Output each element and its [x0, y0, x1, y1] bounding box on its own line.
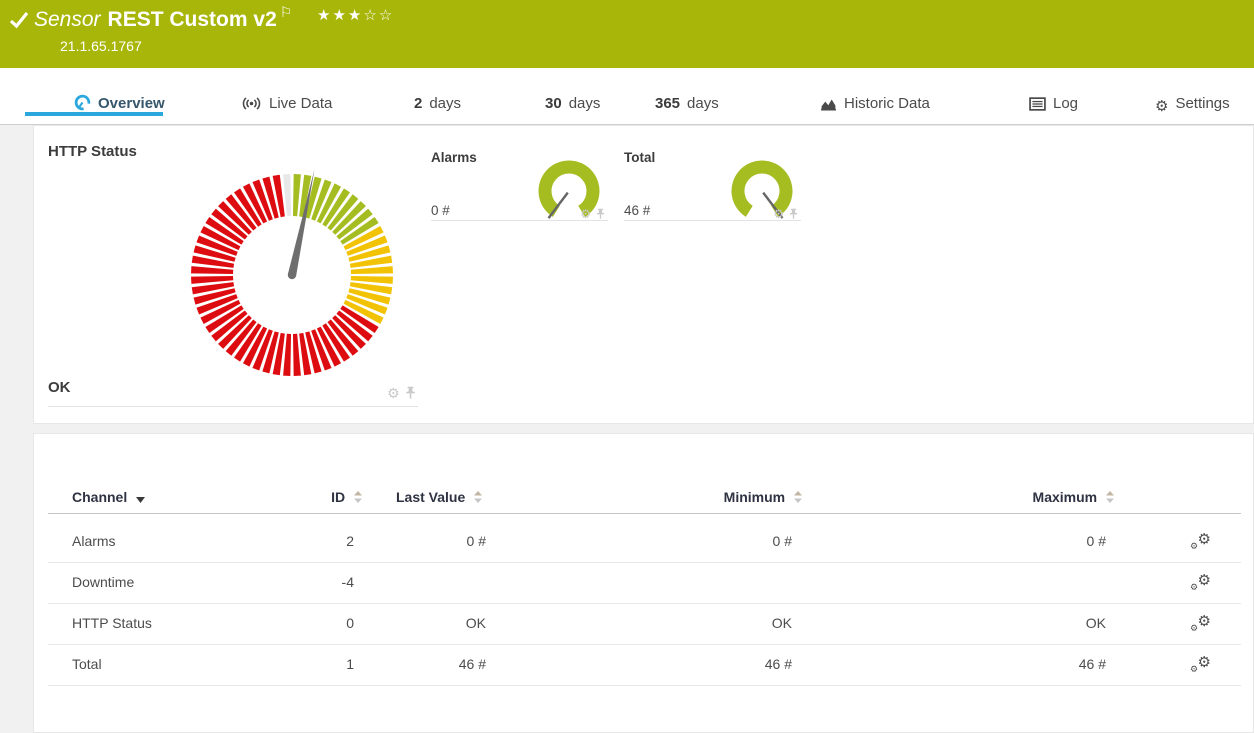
table-header-divider — [48, 513, 1241, 514]
historic-chart-icon — [820, 96, 837, 117]
cell-last-value: OK — [344, 603, 486, 644]
tab-live-data[interactable]: Live Data — [241, 94, 332, 116]
large-gear-icon: ⚙ — [1198, 612, 1211, 630]
column-label: Last Value — [396, 489, 465, 505]
status-check-icon — [8, 9, 30, 36]
cell-last-value: 46 # — [344, 644, 486, 685]
column-header-channel[interactable]: Channel — [72, 489, 145, 505]
cell-maximum — [914, 562, 1106, 603]
column-label: Channel — [72, 489, 127, 505]
tab-label: Settings — [1175, 95, 1229, 112]
tab-label: Overview — [98, 95, 165, 112]
tab-label: days — [569, 95, 601, 112]
sort-arrows-icon — [354, 491, 362, 503]
cell-maximum: 0 # — [914, 521, 1106, 562]
sort-arrows-icon — [474, 491, 482, 503]
tab-number: 2 — [414, 95, 422, 112]
column-header-minimum[interactable]: Minimum — [504, 489, 802, 505]
column-label: Minimum — [724, 489, 785, 505]
channel-panel-total: Total 46 # ⚙ — [624, 150, 801, 222]
tab-bar: Overview Live Data 2days 30days 365days … — [0, 68, 1254, 125]
channel-settings-gears-icon[interactable]: ⚙⚙ — [1190, 614, 1211, 633]
pin-icon[interactable] — [404, 386, 417, 400]
column-header-id[interactable]: ID — [210, 489, 362, 505]
sensor-kind-label: Sensor — [34, 8, 101, 31]
tab-log[interactable]: Log — [1029, 94, 1078, 116]
http-status-gauge — [184, 167, 400, 383]
column-label: ID — [331, 489, 345, 505]
channel-settings-gears-icon[interactable]: ⚙⚙ — [1190, 532, 1211, 551]
cell-minimum: OK — [594, 603, 792, 644]
cell-id: 2 — [210, 521, 354, 562]
cell-id: -4 — [210, 562, 354, 603]
tab-settings[interactable]: ⚙ Settings — [1155, 94, 1230, 116]
sort-arrows-icon — [1106, 491, 1114, 503]
tab-365-days[interactable]: 365 days — [655, 94, 719, 116]
divider — [624, 220, 801, 221]
tab-historic-data[interactable]: Historic Data — [820, 94, 930, 116]
column-label: Maximum — [1033, 489, 1098, 505]
tab-2-days[interactable]: 2 days — [414, 94, 461, 116]
tab-30-days[interactable]: 30 days — [545, 94, 600, 116]
channels-table-card: Channel ID Last Value Minimum Maximum Al… — [33, 433, 1254, 733]
cell-last-value — [344, 562, 486, 603]
pin-icon[interactable] — [595, 208, 606, 220]
column-header-maximum[interactable]: Maximum — [816, 489, 1114, 505]
divider — [48, 406, 418, 407]
cell-maximum: 46 # — [914, 644, 1106, 685]
panel-footer-icons: ⚙ — [387, 385, 417, 403]
cell-id: 0 — [210, 603, 354, 644]
sort-caret-down-icon — [136, 497, 145, 503]
pin-icon[interactable] — [788, 208, 799, 220]
mini-panel-title: Total — [624, 150, 655, 165]
mini-panel-title: Alarms — [431, 150, 477, 165]
gear-icon[interactable]: ⚙ — [580, 207, 591, 221]
active-tab-underline — [25, 112, 163, 116]
column-header-last-value[interactable]: Last Value — [396, 489, 482, 505]
row-divider — [48, 685, 1241, 686]
priority-flag-icon[interactable]: ⚐ — [280, 5, 293, 21]
alarms-value: 0 # — [431, 203, 450, 218]
tab-number: 365 — [655, 95, 680, 112]
tab-label: days — [429, 95, 461, 112]
cell-minimum — [594, 562, 792, 603]
large-gear-icon: ⚙ — [1198, 571, 1211, 589]
panel-title: HTTP Status — [48, 143, 137, 160]
gear-icon[interactable]: ⚙ — [773, 207, 784, 221]
sensor-version: 21.1.65.1767 — [60, 38, 142, 54]
tab-label: Historic Data — [844, 95, 930, 112]
sensor-header: Sensor REST Custom v2⚐ ★★★☆☆ 21.1.65.1767 — [0, 0, 1254, 68]
channel-settings-gears-icon[interactable]: ⚙⚙ — [1190, 573, 1211, 592]
tab-number: 30 — [545, 95, 562, 112]
divider — [431, 220, 608, 221]
cell-minimum: 0 # — [594, 521, 792, 562]
priority-stars[interactable]: ★★★☆☆ — [317, 6, 394, 24]
cell-id: 1 — [210, 644, 354, 685]
log-list-icon — [1029, 97, 1046, 117]
large-gear-icon: ⚙ — [1198, 653, 1211, 671]
tab-label: Live Data — [269, 95, 332, 112]
tab-label: days — [687, 95, 719, 112]
overview-gauges-card: HTTP Status OK ⚙ Alarms 0 # ⚙ Total 46 #… — [33, 125, 1254, 424]
cell-minimum: 46 # — [594, 644, 792, 685]
tab-label: Log — [1053, 95, 1078, 112]
total-value: 46 # — [624, 203, 650, 218]
cell-maximum: OK — [914, 603, 1106, 644]
large-gear-icon: ⚙ — [1198, 530, 1211, 548]
live-data-icon — [241, 96, 262, 117]
cell-last-value: 0 # — [344, 521, 486, 562]
channel-panel-alarms: Alarms 0 # ⚙ — [431, 150, 608, 222]
channel-settings-gears-icon[interactable]: ⚙⚙ — [1190, 655, 1211, 674]
sort-arrows-icon — [794, 491, 802, 503]
gear-icon: ⚙ — [1155, 96, 1168, 116]
gear-icon[interactable]: ⚙ — [387, 386, 400, 402]
sensor-name: REST Custom v2 — [108, 8, 277, 31]
http-status-value: OK — [48, 379, 71, 396]
